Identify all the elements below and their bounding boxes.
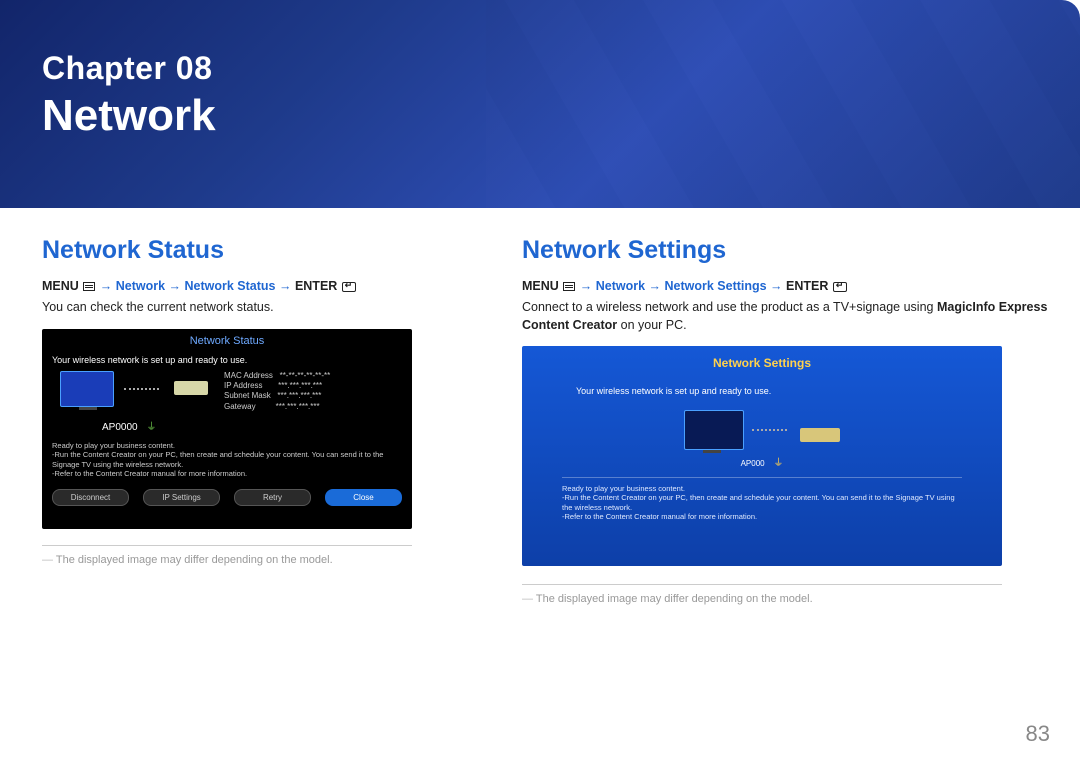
router-icon [174,381,208,395]
status-buttons: Disconnect IP Settings Retry Close [52,489,402,506]
page-number: 83 [1026,721,1050,747]
enter-icon [833,282,847,292]
section-heading-status: Network Status [42,236,482,265]
settings-shot-title: Network Settings [542,356,982,370]
chapter-title: Network [42,91,1080,141]
section-heading-settings: Network Settings [522,236,1050,265]
gw-label: Gateway [224,402,256,411]
ready-line1: Ready to play your business content. [52,441,402,450]
menu-icon [83,282,95,291]
chapter-label: Chapter 08 [42,50,1080,87]
divider [42,545,412,546]
close-button[interactable]: Close [325,489,402,506]
disconnect-button[interactable]: Disconnect [52,489,129,506]
settings-description: Connect to a wireless network and use th… [522,299,1050,334]
ip-val: ***.***.***.*** [278,381,322,390]
path-menu-label: MENU [42,279,82,293]
network-settings-section: Network Settings MENU → Network → Networ… [522,236,1050,605]
device-row: MAC Address **-**-**-**-**-** IP Address… [60,371,402,413]
ready-line2: -Run the Content Creator on your PC, the… [52,450,402,469]
wifi-icon: ⏚ [144,422,157,433]
menu-icon [563,282,575,291]
router-icon [800,428,840,442]
retry-button[interactable]: Retry [234,489,311,506]
sub-label: Subnet Mask [224,391,271,400]
ready-line1: Ready to play your business content. [562,484,962,493]
network-status-section: Network Status MENU → Network → Network … [42,236,482,605]
settings-note: The displayed image may differ depending… [522,593,1050,605]
mac-val: **-**-**-**-**-** [280,371,331,380]
ready-line3: -Refer to the Content Creator manual for… [562,512,962,521]
mac-label: MAC Address [224,371,273,380]
divider [522,584,1002,585]
ready-text: Ready to play your business content. -Ru… [52,441,402,479]
path-mid: → Network → Network Status → [96,279,295,293]
network-info-table: MAC Address **-**-**-**-**-** IP Address… [224,371,330,413]
ip-label: IP Address [224,381,263,390]
ap-name: AP0000 ⏚ [102,418,402,433]
connection-line [124,371,164,407]
menu-path-status: MENU → Network → Network Status → ENTER [42,279,482,293]
status-screenshot: Network Status Your wireless network is … [42,329,412,529]
status-shot-title: Network Status [52,335,402,347]
ap-name: AP000 ⏚ [542,454,982,469]
path-enter-label: ENTER [295,279,341,293]
path-mid: → Network → Network Settings → [576,279,786,293]
chapter-hero: Chapter 08 Network [0,0,1080,208]
ready-line3: -Refer to the Content Creator manual for… [52,469,402,478]
wifi-icon: ⏚ [771,458,784,469]
enter-icon [342,282,356,292]
menu-path-settings: MENU → Network → Network Settings → ENTE… [522,279,1050,293]
status-description: You can check the current network status… [42,299,482,317]
gw-val: ***.***.***.*** [276,402,320,411]
ready-text: Ready to play your business content. -Ru… [562,477,962,522]
tv-icon [60,371,114,407]
settings-shot-msg: Your wireless network is set up and read… [576,386,982,396]
settings-screenshot: Network Settings Your wireless network i… [522,346,1002,566]
connection-line [752,412,792,448]
device-row [542,410,982,450]
path-enter-label: ENTER [786,279,832,293]
path-menu-label: MENU [522,279,562,293]
sub-val: ***.***.***.*** [277,391,321,400]
tv-icon [684,410,744,450]
page-content: Network Status MENU → Network → Network … [0,208,1080,605]
status-note: The displayed image may differ depending… [42,554,482,566]
ip-settings-button[interactable]: IP Settings [143,489,220,506]
ready-line2: -Run the Content Creator on your PC, the… [562,493,962,512]
status-shot-msg: Your wireless network is set up and read… [52,355,402,365]
